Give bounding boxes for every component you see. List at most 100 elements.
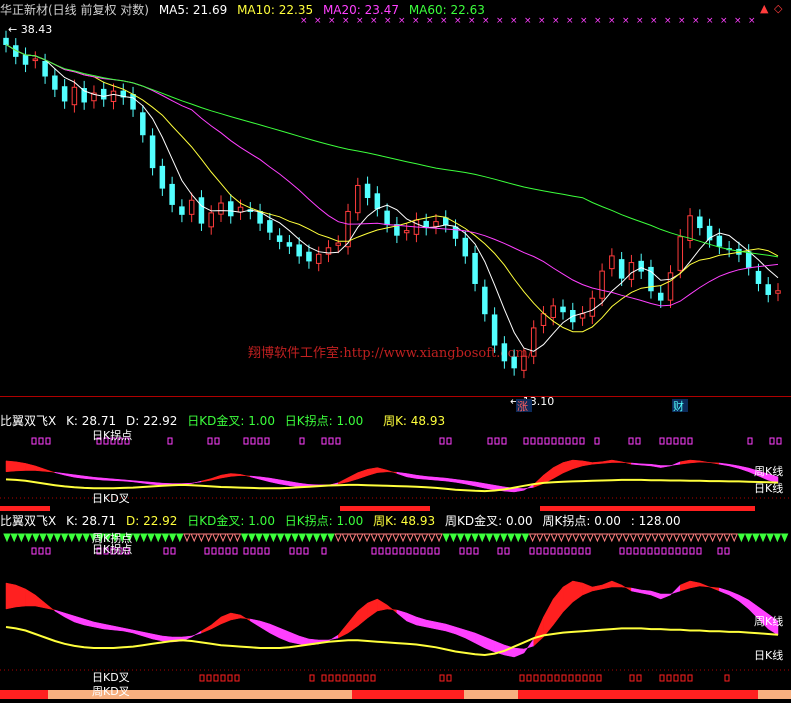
p2-signal-box bbox=[31, 437, 37, 445]
price-chart: 翔博软件工作室:http://www.xiangbosoft.com/ × × × × ×… bbox=[3, 16, 781, 412]
p2-kd-ribbon bbox=[377, 467, 388, 473]
p3-kd-ribbon bbox=[640, 589, 652, 596]
signal-marker: × bbox=[510, 16, 518, 26]
p2-signal-box bbox=[214, 437, 220, 445]
d-value-2: D: 22.92 bbox=[125, 514, 178, 528]
p3-week-arrow bbox=[269, 533, 278, 543]
p3-week-arrow bbox=[154, 533, 162, 543]
p2-kd-ribbon bbox=[279, 479, 290, 486]
p3-week-arrow bbox=[356, 533, 364, 543]
p3-week-arrow bbox=[3, 533, 11, 543]
p3-week-arrow bbox=[312, 533, 321, 543]
p3-week-arrow bbox=[140, 533, 148, 543]
p2-kd-ribbon bbox=[220, 473, 232, 479]
p2-signal-box bbox=[38, 437, 44, 445]
p3-kd-ribbon bbox=[289, 631, 300, 645]
candle-body bbox=[374, 193, 381, 210]
p3-status-bar bbox=[352, 690, 464, 699]
p3-kd-ribbon bbox=[474, 632, 486, 649]
candle-body bbox=[501, 343, 508, 362]
p3-weekly-k-line bbox=[5, 626, 779, 657]
p3-kd-ribbon bbox=[582, 582, 593, 596]
p3-week-arrow bbox=[190, 533, 198, 543]
p3-kd-ribbon bbox=[113, 625, 124, 632]
candle-body bbox=[315, 253, 322, 264]
p3-cross-signal-box bbox=[446, 674, 452, 682]
p2-kd-ribbon bbox=[269, 477, 280, 485]
p3-signal-box bbox=[232, 547, 238, 555]
p3-signal-box bbox=[626, 547, 632, 555]
ma10-line bbox=[5, 44, 779, 333]
signal-marker: × bbox=[594, 16, 602, 26]
p3-cross-signal-box bbox=[596, 674, 602, 682]
p3-signal-box bbox=[504, 547, 510, 555]
p3-week-arrow bbox=[644, 533, 652, 543]
p3-week-arrow bbox=[298, 533, 306, 543]
p3-week-arrow bbox=[766, 533, 774, 543]
p3-cross-signal-box bbox=[328, 674, 334, 682]
signal-marker: × bbox=[664, 16, 672, 26]
p3-signal-box bbox=[675, 547, 681, 555]
p2-status-bar bbox=[540, 506, 755, 511]
candle-body bbox=[530, 327, 537, 357]
p3-week-arrow bbox=[305, 533, 314, 543]
p3-week-arrow bbox=[737, 533, 746, 543]
candle-body bbox=[755, 270, 762, 284]
candle-body bbox=[159, 165, 166, 189]
p3-cross-signal-box bbox=[370, 674, 376, 682]
p2-kd-ribbon bbox=[699, 460, 710, 463]
p2-kd-ribbon bbox=[259, 476, 271, 483]
p3-signal-box bbox=[557, 547, 563, 555]
p2-signal-box bbox=[523, 437, 529, 445]
p3-week-arrow bbox=[507, 533, 515, 543]
p2-kd-ribbon bbox=[425, 476, 437, 481]
p3-signal-box bbox=[31, 547, 37, 555]
p3-week-arrow bbox=[46, 533, 54, 543]
p3-signal-box bbox=[413, 547, 419, 555]
p3-signal-box bbox=[497, 547, 503, 555]
p3-signal-box bbox=[696, 547, 702, 555]
p3-week-arrow bbox=[449, 533, 458, 543]
p3-week-arrow bbox=[32, 533, 40, 543]
candle-body bbox=[628, 262, 635, 280]
p3-kd-ribbon bbox=[103, 623, 114, 631]
p3-kd-ribbon bbox=[250, 618, 261, 628]
p3-week-arrow bbox=[478, 533, 486, 543]
p3-week-arrow bbox=[514, 533, 522, 543]
p3-week-arrow bbox=[593, 533, 602, 543]
p2-signal-box bbox=[673, 437, 679, 445]
p3-week-arrow bbox=[363, 533, 371, 543]
p2-signal-box bbox=[501, 437, 507, 445]
p3-cross-signal-box bbox=[363, 674, 369, 682]
rik-kd-cross-label: 日KD叉 bbox=[92, 492, 130, 505]
candle-body bbox=[237, 206, 244, 213]
p3-week-arrow bbox=[744, 533, 753, 543]
p2-kd-ribbon bbox=[552, 462, 564, 479]
p2-signal-box bbox=[250, 437, 256, 445]
p3-week-arrow bbox=[291, 533, 299, 543]
p2-signal-box bbox=[537, 437, 543, 445]
p3-kd-ribbon bbox=[83, 618, 95, 628]
signal-marker: × bbox=[300, 16, 308, 26]
p3-week-arrow bbox=[10, 533, 18, 543]
candle-body bbox=[638, 260, 644, 272]
p3-signal-box bbox=[466, 547, 472, 555]
p2-kd-ribbon bbox=[93, 476, 104, 481]
p3-kd-ribbon bbox=[74, 615, 85, 626]
p3-week-arrow bbox=[665, 533, 674, 543]
p3-signal-box bbox=[225, 547, 231, 555]
cai-marker: 财 bbox=[673, 399, 684, 412]
candle-body bbox=[657, 292, 664, 301]
p3-signal-box bbox=[321, 547, 327, 555]
candle-body bbox=[384, 210, 390, 226]
p3-signal-box bbox=[38, 547, 44, 555]
p2-kd-ribbon bbox=[132, 480, 144, 484]
p3-signal-box bbox=[647, 547, 653, 555]
p2-kd-ribbon bbox=[83, 475, 95, 480]
p3-kd-ribbon bbox=[367, 598, 378, 619]
p3-week-arrow bbox=[780, 533, 789, 543]
signal-marker: × bbox=[706, 16, 714, 26]
p3-week-arrow bbox=[586, 533, 594, 543]
p3-cross-signal-box bbox=[227, 674, 233, 682]
candle-body bbox=[335, 242, 342, 246]
